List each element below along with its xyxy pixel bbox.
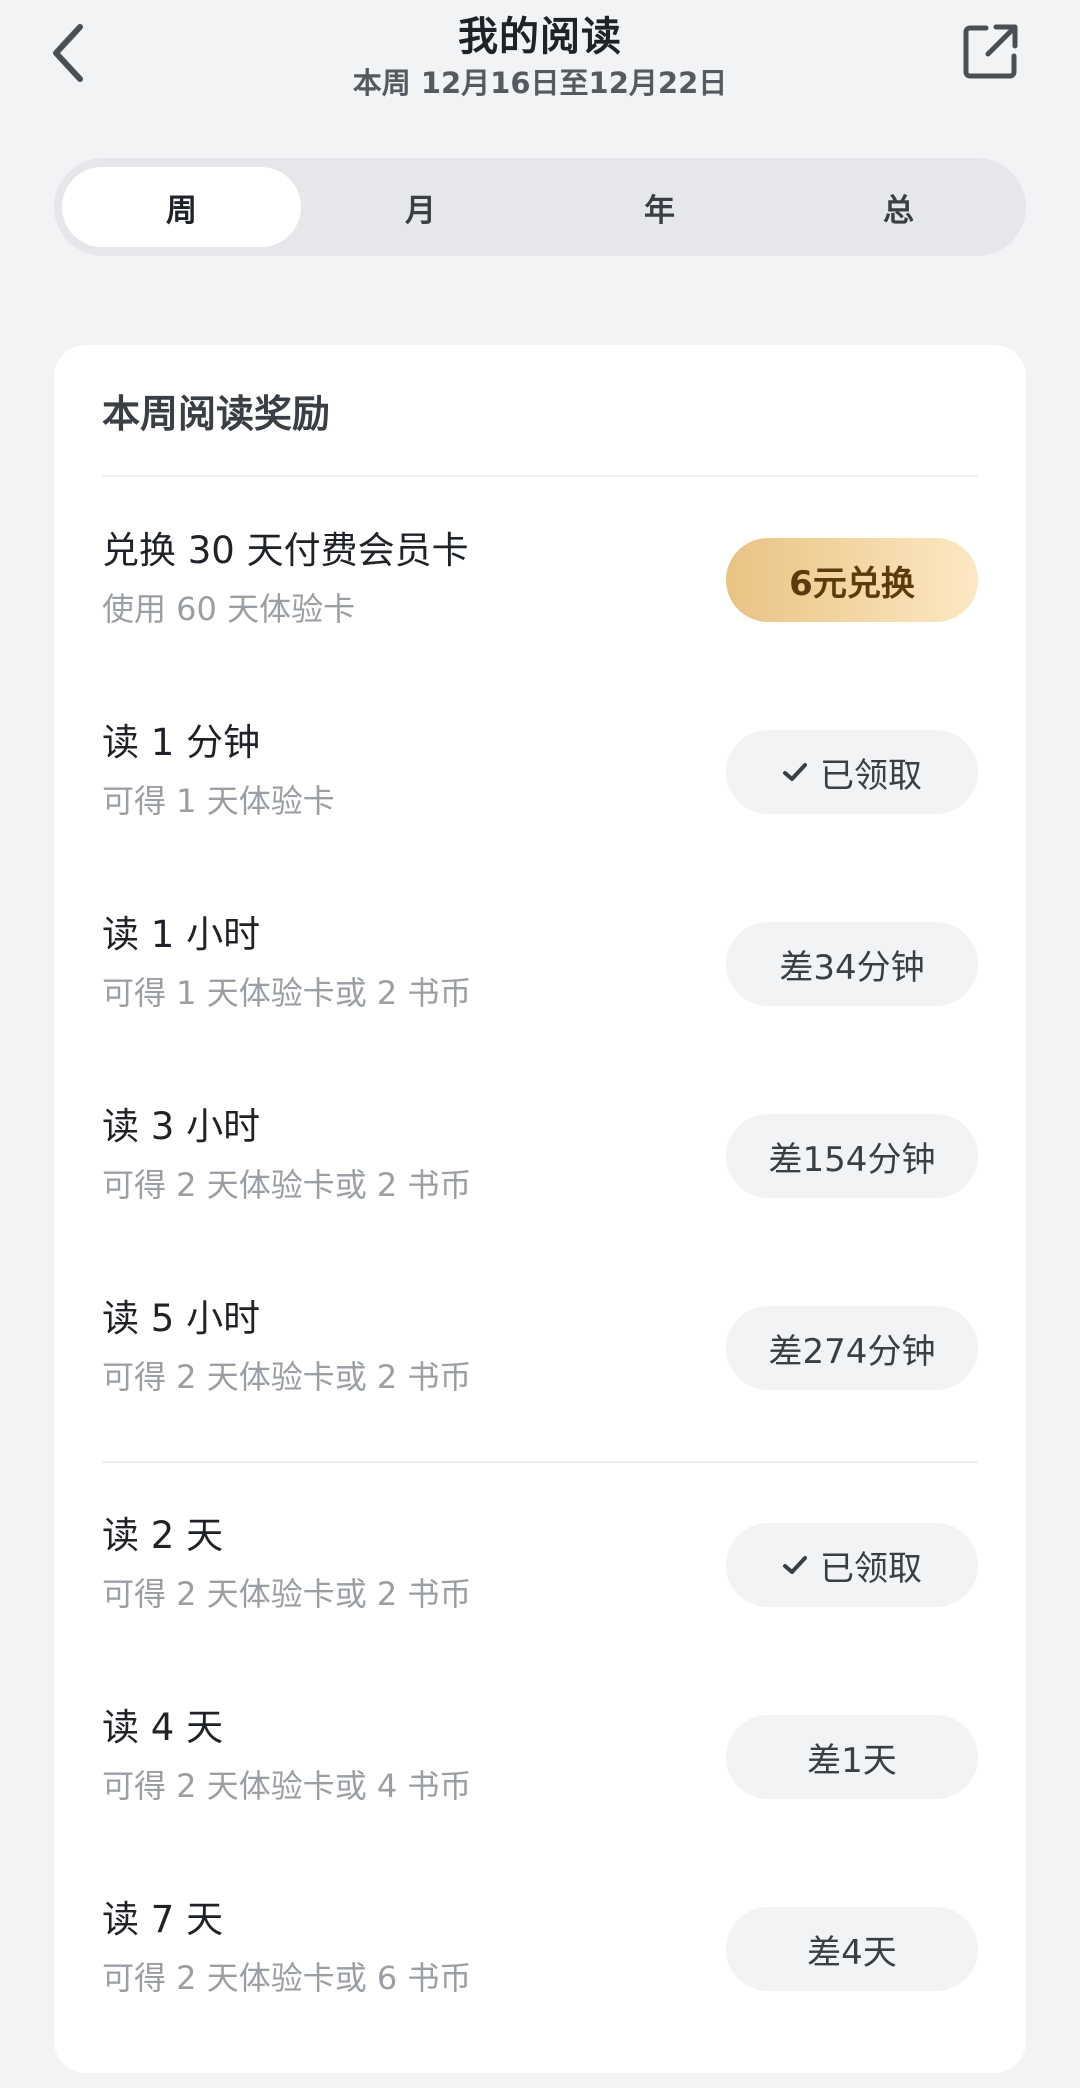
- reward-subtitle: 可得 2 天体验卡或 2 书币: [102, 1575, 472, 1613]
- rewards-card: 本周阅读奖励 兑换 30 天付费会员卡 使用 60 天体验卡 6元兑换 读 1 …: [54, 345, 1026, 2073]
- remaining-button[interactable]: 差274分钟: [726, 1306, 978, 1390]
- reward-subtitle: 可得 2 天体验卡或 6 书币: [102, 1959, 472, 1997]
- tab-total[interactable]: 总: [779, 167, 1018, 247]
- reward-subtitle: 可得 2 天体验卡或 2 书币: [102, 1358, 472, 1396]
- tab-year[interactable]: 年: [540, 167, 779, 247]
- claimed-button[interactable]: 已领取: [726, 730, 978, 814]
- share-external-icon: [963, 24, 1018, 79]
- divider: [102, 1461, 978, 1463]
- reward-subtitle: 可得 1 天体验卡: [102, 782, 335, 820]
- reward-title: 读 5 小时: [102, 1297, 261, 1340]
- reward-subtitle: 可得 2 天体验卡或 4 书币: [102, 1767, 472, 1805]
- claimed-button[interactable]: 已领取: [726, 1523, 978, 1607]
- reward-subtitle: 可得 2 天体验卡或 2 书币: [102, 1166, 472, 1204]
- reward-row-2days: 读 2 天 可得 2 天体验卡或 2 书币 已领取: [102, 1505, 978, 1645]
- check-icon: [782, 1554, 808, 1576]
- exchange-button[interactable]: 6元兑换: [726, 538, 978, 622]
- page-title: 我的阅读: [458, 14, 622, 60]
- period-tabs: 周 月 年 总: [54, 158, 1026, 256]
- reward-row-5hours: 读 5 小时 可得 2 天体验卡或 2 书币 差274分钟: [102, 1288, 978, 1428]
- check-icon: [782, 761, 808, 783]
- reward-row-4days: 读 4 天 可得 2 天体验卡或 4 书币 差1天: [102, 1697, 978, 1837]
- header: 我的阅读 本周 12月16日至12月22日: [0, 0, 1080, 120]
- reward-title: 读 3 小时: [102, 1105, 261, 1148]
- reward-row-7days: 读 7 天 可得 2 天体验卡或 6 书币 差4天: [102, 1889, 978, 2029]
- claimed-label: 已领取: [820, 1548, 922, 1589]
- reward-subtitle: 使用 60 天体验卡: [102, 590, 356, 628]
- reward-row-3hours: 读 3 小时 可得 2 天体验卡或 2 书币 差154分钟: [102, 1096, 978, 1236]
- reward-title: 读 1 小时: [102, 913, 261, 956]
- rewards-title: 本周阅读奖励: [102, 392, 331, 436]
- reward-row-exchange: 兑换 30 天付费会员卡 使用 60 天体验卡 6元兑换: [102, 520, 978, 660]
- reward-title: 兑换 30 天付费会员卡: [102, 529, 469, 572]
- reward-title: 读 7 天: [102, 1898, 224, 1941]
- remaining-button[interactable]: 差1天: [726, 1715, 978, 1799]
- reward-title: 读 4 天: [102, 1706, 224, 1749]
- share-button[interactable]: [960, 20, 1022, 82]
- tab-week[interactable]: 周: [62, 167, 301, 247]
- remaining-button[interactable]: 差154分钟: [726, 1114, 978, 1198]
- reward-row-1min: 读 1 分钟 可得 1 天体验卡 已领取: [102, 712, 978, 852]
- divider: [102, 475, 978, 477]
- date-range: 本周 12月16日至12月22日: [352, 66, 728, 100]
- tab-month[interactable]: 月: [301, 167, 540, 247]
- reward-title: 读 1 分钟: [102, 721, 261, 764]
- claimed-label: 已领取: [820, 755, 922, 796]
- reward-row-1hour: 读 1 小时 可得 1 天体验卡或 2 书币 差34分钟: [102, 904, 978, 1044]
- reward-title: 读 2 天: [102, 1514, 224, 1557]
- reward-subtitle: 可得 1 天体验卡或 2 书币: [102, 974, 472, 1012]
- remaining-button[interactable]: 差4天: [726, 1907, 978, 1991]
- remaining-button[interactable]: 差34分钟: [726, 922, 978, 1006]
